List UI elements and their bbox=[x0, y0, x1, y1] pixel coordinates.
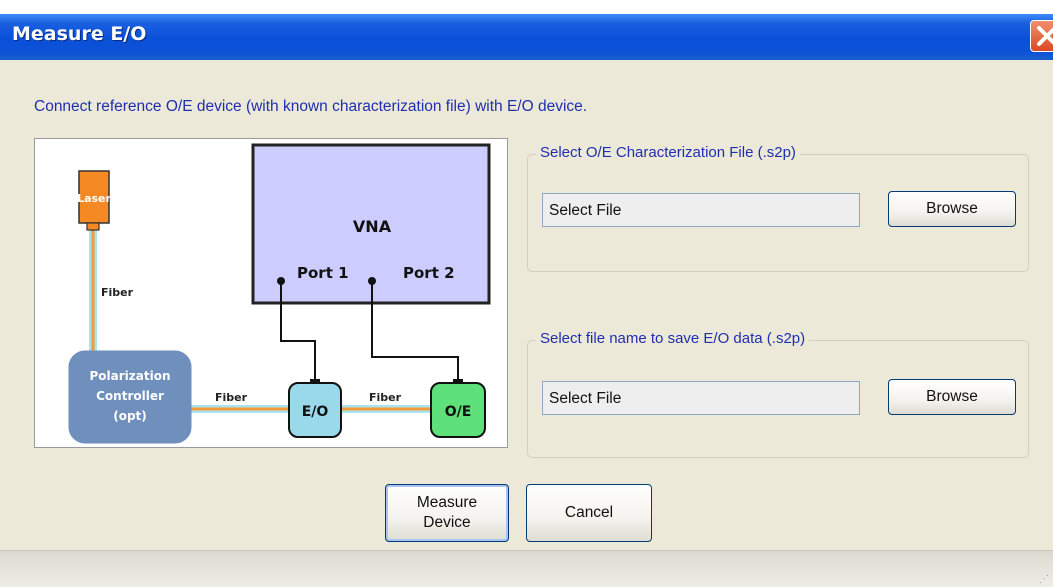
port1-label: Port 1 bbox=[297, 264, 349, 282]
instruction-text: Connect reference O/E device (with known… bbox=[34, 98, 588, 115]
oe-label: O/E bbox=[445, 404, 472, 420]
measure-button-line2: Device bbox=[423, 514, 471, 531]
save-browse-button[interactable]: Browse bbox=[888, 379, 1016, 415]
vna-label: VNA bbox=[353, 217, 392, 236]
controller-label-line3: (opt) bbox=[113, 409, 147, 423]
eo-label: E/O bbox=[302, 404, 329, 420]
laser-connector bbox=[86, 222, 100, 231]
port2-label: Port 2 bbox=[403, 264, 455, 282]
close-button[interactable] bbox=[1030, 20, 1053, 52]
measure-button-line1: Measure bbox=[416, 494, 478, 511]
fiber-vertical-label: Fiber bbox=[101, 286, 134, 299]
oe-file-group-title: Select O/E Characterization File (.s2p) bbox=[536, 144, 800, 161]
controller-label-line2: Controller bbox=[96, 389, 164, 403]
measure-device-button[interactable]: Measure Device bbox=[385, 484, 509, 542]
laser-label: Laser bbox=[77, 192, 111, 205]
resize-grip-icon[interactable]: ⋰ bbox=[1039, 574, 1049, 585]
title-bar[interactable]: Measure E/O bbox=[0, 14, 1053, 60]
controller-label-line1: Polarization bbox=[90, 369, 171, 383]
fiber-right-label: Fiber bbox=[369, 391, 402, 404]
connection-diagram: Laser Fiber Polarization Controller (opt… bbox=[34, 138, 508, 448]
oe-file-field[interactable]: Select File bbox=[542, 193, 860, 227]
fiber-left-label: Fiber bbox=[215, 391, 248, 404]
save-file-group: Select file name to save E/O data (.s2p)… bbox=[527, 330, 1029, 458]
close-x-icon bbox=[1037, 26, 1053, 46]
status-bar: ⋰ bbox=[0, 550, 1053, 587]
oe-browse-button[interactable]: Browse bbox=[888, 191, 1016, 227]
window-title: Measure E/O bbox=[12, 23, 147, 45]
measure-eo-dialog: Measure E/O Connect reference O/E device… bbox=[0, 14, 1053, 587]
save-file-group-title: Select file name to save E/O data (.s2p) bbox=[536, 330, 810, 347]
save-file-field[interactable]: Select File bbox=[542, 381, 860, 415]
oe-file-group: Select O/E Characterization File (.s2p) … bbox=[527, 144, 1029, 272]
cancel-button[interactable]: Cancel bbox=[526, 484, 652, 542]
